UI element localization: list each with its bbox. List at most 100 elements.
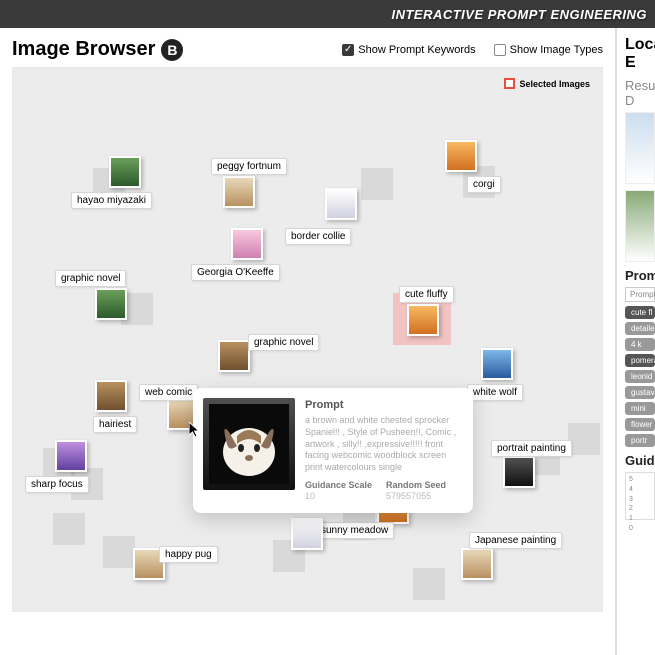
tooltip-meta-row: Guidance Scale 10 Random Seed 579557055 xyxy=(305,480,463,503)
thumb-icon xyxy=(407,304,439,336)
node-label: sharp focus xyxy=(25,476,89,493)
thumb-icon xyxy=(231,228,263,260)
keyword-pill[interactable]: leonid af xyxy=(625,370,655,383)
app-title: INTERACTIVE PROMPT ENGINEERING xyxy=(391,7,647,22)
thumb-icon xyxy=(109,156,141,188)
ghost-thumb xyxy=(568,423,600,455)
node-corgi[interactable]: corgi xyxy=(445,140,477,172)
prompt-heading: Prompt xyxy=(625,268,655,283)
node-label: web comic xyxy=(139,384,198,401)
node-label: Japanese painting xyxy=(469,532,562,549)
node-okeeffe[interactable]: Georgia O'Keeffe xyxy=(231,228,263,260)
right-panel: Local E Result D Prompt Prompt cute fl d… xyxy=(615,28,655,655)
node-border-collie[interactable]: border collie xyxy=(325,188,357,220)
guidance-scale-value: 10 xyxy=(305,491,372,503)
tick: 3 xyxy=(629,495,633,505)
legend-selected: Selected Images xyxy=(504,78,590,89)
tick: 0 xyxy=(629,524,633,534)
cursor-icon xyxy=(189,422,203,441)
node-label: happy pug xyxy=(159,546,218,563)
thumb-icon xyxy=(223,176,255,208)
y-axis: 5 4 3 2 1 0 xyxy=(626,473,636,519)
page-title: Image Browser B xyxy=(12,38,183,61)
result-image-1[interactable] xyxy=(625,112,655,184)
checkbox-label: Show Image Types xyxy=(510,44,603,56)
left-panel: Image Browser B ✓ Show Prompt Keywords S… xyxy=(0,28,615,655)
thumb-icon xyxy=(445,140,477,172)
ghost-thumb xyxy=(53,513,85,545)
random-seed-value: 579557055 xyxy=(386,491,446,503)
title-text: Image Browser xyxy=(12,38,155,61)
checkbox-row: ✓ Show Prompt Keywords Show Image Types xyxy=(342,44,603,56)
result-image-2[interactable] xyxy=(625,190,655,262)
node-sharp-focus[interactable]: sharp focus xyxy=(55,440,87,472)
tooltip-image xyxy=(203,398,295,490)
panel-header: Image Browser B ✓ Show Prompt Keywords S… xyxy=(12,38,603,61)
hover-tooltip: Prompt a brown and white chested sprocke… xyxy=(193,388,473,513)
thumb-icon xyxy=(55,440,87,472)
keyword-pill[interactable]: 4 k xyxy=(625,338,655,351)
node-label: cute fluffy xyxy=(399,286,454,303)
top-bar: INTERACTIVE PROMPT ENGINEERING xyxy=(0,0,655,28)
result-heading: Result D xyxy=(625,78,655,108)
checkbox-label: Show Prompt Keywords xyxy=(358,44,475,56)
node-label: Georgia O'Keeffe xyxy=(191,264,280,281)
thumb-icon xyxy=(503,456,535,488)
legend-label: Selected Images xyxy=(519,79,590,89)
thumb-icon xyxy=(95,288,127,320)
main-layout: Image Browser B ✓ Show Prompt Keywords S… xyxy=(0,28,655,655)
tooltip-text: a brown and white chested sprocker Spani… xyxy=(305,415,463,473)
node-label: border collie xyxy=(285,228,351,245)
node-hairiest[interactable]: hairiest xyxy=(95,380,127,412)
guidance-heading: Guidanc xyxy=(625,453,655,468)
thumb-icon xyxy=(95,380,127,412)
node-japanese-painting[interactable]: Japanese painting xyxy=(461,548,493,580)
node-label: hayao miyazaki xyxy=(71,192,152,209)
prompt-bar[interactable]: Prompt xyxy=(625,287,655,302)
node-label: peggy fortnum xyxy=(211,158,287,175)
ghost-thumb xyxy=(103,536,135,568)
node-graphic-novel-1[interactable]: graphic novel xyxy=(95,288,127,320)
empty-checkbox-icon xyxy=(494,44,506,56)
guidance-chart: 5 4 3 2 1 0 xyxy=(625,472,655,520)
node-label: corgi xyxy=(467,176,501,193)
keyword-pill[interactable]: cute fl xyxy=(625,306,655,319)
node-white-wolf[interactable]: white wolf xyxy=(481,348,513,380)
thumb-icon xyxy=(218,340,250,372)
node-label: sunny meadow xyxy=(315,522,394,539)
node-peggy-fortnum[interactable]: peggy fortnum xyxy=(223,176,255,208)
node-label: portrait painting xyxy=(491,440,572,457)
show-types-checkbox[interactable]: Show Image Types xyxy=(494,44,603,56)
guidance-scale-label: Guidance Scale xyxy=(305,480,372,492)
node-happy-pug[interactable]: happy pug xyxy=(133,548,165,580)
tick: 5 xyxy=(629,475,633,485)
tooltip-body: Prompt a brown and white chested sprocke… xyxy=(305,398,463,503)
keyword-pill[interactable]: mini xyxy=(625,402,655,415)
thumb-icon xyxy=(461,548,493,580)
tick: 2 xyxy=(629,504,633,514)
node-portrait-painting[interactable]: portrait painting xyxy=(503,456,535,488)
tick: 4 xyxy=(629,485,633,495)
keyword-pill[interactable]: gustav xyxy=(625,386,655,399)
thumb-icon xyxy=(291,518,323,550)
random-seed-label: Random Seed xyxy=(386,480,446,492)
node-graphic-novel-2[interactable]: graphic novel xyxy=(218,340,250,372)
node-cute-fluffy[interactable]: cute fluffy xyxy=(407,304,439,336)
keyword-pill[interactable]: detailed p xyxy=(625,322,655,335)
ghost-thumb xyxy=(413,568,445,600)
tooltip-heading: Prompt xyxy=(305,398,463,412)
node-label: graphic novel xyxy=(55,270,126,287)
legend-square-icon xyxy=(504,78,515,89)
dog-illustration-icon xyxy=(209,404,289,484)
node-label: graphic novel xyxy=(248,334,319,351)
keyword-pill[interactable]: portr xyxy=(625,434,655,447)
thumb-icon xyxy=(325,188,357,220)
section-badge-b: B xyxy=(161,39,183,61)
scatter-canvas[interactable]: Selected Images hayao miyazaki xyxy=(12,67,603,612)
node-unlabeled[interactable] xyxy=(291,518,323,550)
keyword-pill[interactable]: pomerania xyxy=(625,354,655,367)
local-heading: Local E xyxy=(625,36,655,72)
node-hayao-miyazaki[interactable]: hayao miyazaki xyxy=(109,156,141,188)
keyword-pill[interactable]: flower m xyxy=(625,418,655,431)
show-keywords-checkbox[interactable]: ✓ Show Prompt Keywords xyxy=(342,44,475,56)
